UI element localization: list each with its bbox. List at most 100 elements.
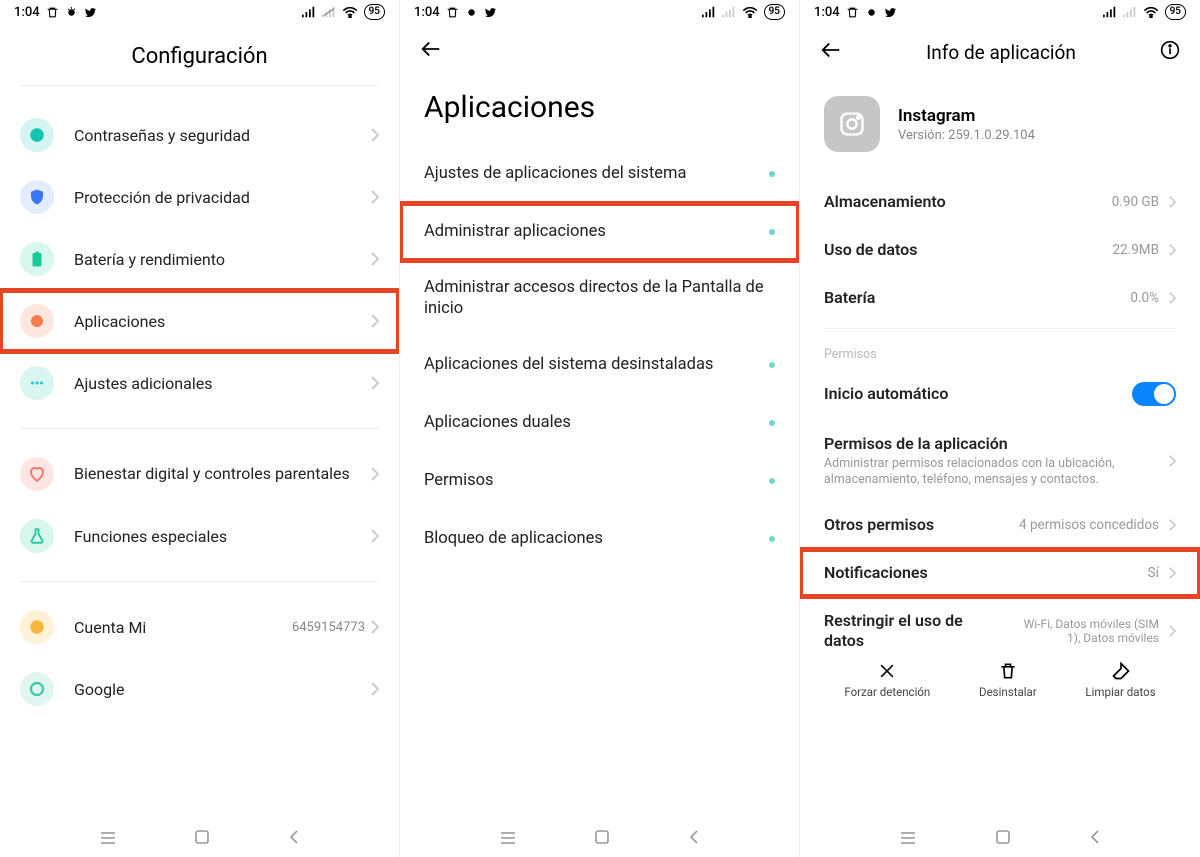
app-name: Instagram <box>898 106 1035 126</box>
row-app-permissions[interactable]: Permisos de la aplicación Administrar pe… <box>800 420 1200 501</box>
heart-icon <box>20 457 54 491</box>
wifi-icon <box>342 6 358 18</box>
back-button[interactable] <box>820 41 842 63</box>
row-battery[interactable]: Batería 0.0% <box>800 274 1200 322</box>
row-dual-apps[interactable]: Aplicaciones duales <box>400 394 799 452</box>
nav-recent-icon[interactable] <box>99 830 117 849</box>
badge-dot <box>769 536 775 542</box>
row-app-lock[interactable]: Bloqueo de aplicaciones <box>400 510 799 568</box>
row-label: Aplicaciones <box>74 312 371 331</box>
row-label: Almacenamiento <box>824 192 1102 212</box>
chevron-right-icon <box>371 128 379 142</box>
row-restrict-data[interactable]: Restringir el uso de datos Wi-Fi, Datos … <box>800 597 1200 655</box>
battery-badge: 95 <box>364 4 385 20</box>
chevron-right-icon <box>1169 625 1176 637</box>
row-mi-account[interactable]: Cuenta Mi 6459154773 <box>0 596 399 658</box>
trash-icon <box>846 6 859 19</box>
nav-home-icon[interactable] <box>995 829 1011 849</box>
autostart-toggle[interactable] <box>1132 382 1176 406</box>
row-notifications[interactable]: Notificaciones Sí <box>800 549 1200 597</box>
signal-nosim-icon <box>322 6 336 18</box>
row-google[interactable]: Google <box>0 658 399 720</box>
status-time: 1:04 <box>14 5 40 20</box>
nav-back-icon[interactable] <box>1089 829 1101 849</box>
row-label: Administrar aplicaciones <box>424 221 749 242</box>
wifi-icon <box>1143 6 1159 18</box>
instagram-icon <box>824 96 880 152</box>
force-stop-button[interactable]: Forzar detención <box>844 661 930 699</box>
row-desc: Administrar permisos relacionados con la… <box>824 456 1159 487</box>
row-value: 6459154773 <box>292 620 365 635</box>
nav-back-icon[interactable] <box>288 829 300 849</box>
row-passwords[interactable]: Contraseñas y seguridad <box>0 104 399 166</box>
row-label: Restringir el uso de datos <box>824 611 999 651</box>
row-autostart[interactable]: Inicio automático <box>800 368 1200 420</box>
bird-icon <box>84 6 97 19</box>
row-permissions[interactable]: Permisos <box>400 452 799 510</box>
row-label: Uso de datos <box>824 240 1102 260</box>
nav-recent-icon[interactable] <box>499 830 517 849</box>
wifi-icon <box>742 6 758 18</box>
row-value: 22.9MB <box>1112 242 1159 258</box>
row-privacy[interactable]: Protección de privacidad <box>0 166 399 228</box>
chevron-right-icon <box>1169 519 1176 531</box>
row-label: Otros permisos <box>824 515 1009 535</box>
screen-app-info: 1:04 95 Info de aplicación Instagram Ver… <box>800 0 1200 857</box>
chevron-right-icon <box>371 376 379 390</box>
uninstall-button[interactable]: Desinstalar <box>979 661 1037 699</box>
bug-icon <box>465 6 478 19</box>
chevron-right-icon <box>1169 567 1176 579</box>
privacy-shield-icon <box>20 180 54 214</box>
battery-badge: 95 <box>1165 4 1186 20</box>
signal-nosim-icon <box>1123 6 1137 18</box>
info-button[interactable] <box>1160 40 1180 64</box>
nav-back-icon[interactable] <box>688 829 700 849</box>
row-manage-apps[interactable]: Administrar aplicaciones <box>400 203 799 261</box>
row-label: Permisos <box>424 470 749 491</box>
row-system-apps[interactable]: Ajustes de aplicaciones del sistema <box>400 145 799 203</box>
google-icon <box>20 672 54 706</box>
clear-data-button[interactable]: Limpiar datos <box>1085 661 1155 699</box>
row-shortcuts[interactable]: Administrar accesos directos de la Panta… <box>400 261 799 336</box>
flask-icon <box>20 519 54 553</box>
row-value: 0.0% <box>1130 290 1159 306</box>
row-label: Bienestar digital y controles parentales <box>74 464 371 484</box>
apps-icon <box>20 304 54 338</box>
row-special[interactable]: Funciones especiales <box>0 505 399 567</box>
signal-icon <box>1103 6 1117 18</box>
battery-badge: 95 <box>764 4 785 20</box>
nav-recent-icon[interactable] <box>899 830 917 849</box>
nav-home-icon[interactable] <box>594 829 610 849</box>
battery-icon <box>20 242 54 276</box>
back-button[interactable] <box>420 40 442 62</box>
row-label: Ajustes adicionales <box>74 374 371 393</box>
row-label: Inicio automático <box>824 384 1122 404</box>
row-label: Funciones especiales <box>74 527 371 546</box>
page-title: Aplicaciones <box>400 72 799 145</box>
mi-logo-icon <box>20 610 54 644</box>
chevron-right-icon <box>371 682 379 696</box>
row-label: Contraseñas y seguridad <box>74 126 371 145</box>
row-uninstalled[interactable]: Aplicaciones del sistema desinstaladas <box>400 336 799 394</box>
chevron-right-icon <box>1169 292 1176 304</box>
chevron-right-icon <box>371 620 379 634</box>
trash-icon <box>46 6 59 19</box>
row-battery[interactable]: Batería y rendimiento <box>0 228 399 290</box>
row-wellbeing[interactable]: Bienestar digital y controles parentales <box>0 443 399 505</box>
row-data-usage[interactable]: Uso de datos 22.9MB <box>800 226 1200 274</box>
nav-home-icon[interactable] <box>194 829 210 849</box>
bug-icon <box>65 6 78 19</box>
row-apps[interactable]: Aplicaciones <box>0 290 399 352</box>
signal-nosim-icon <box>722 6 736 18</box>
screen-apps: 1:04 95 Aplicaciones Ajustes de aplicaci… <box>400 0 800 857</box>
row-value: 0.90 GB <box>1112 194 1159 210</box>
app-version: Versión: 259.1.0.29.104 <box>898 128 1035 143</box>
row-storage[interactable]: Almacenamiento 0.90 GB <box>800 178 1200 226</box>
row-additional[interactable]: Ajustes adicionales <box>0 352 399 414</box>
status-bar: 1:04 95 <box>0 0 399 22</box>
chevron-right-icon <box>371 529 379 543</box>
row-other-permissions[interactable]: Otros permisos 4 permisos concedidos <box>800 501 1200 549</box>
nav-bar <box>400 815 799 857</box>
badge-dot <box>769 229 775 235</box>
badge-dot <box>769 171 775 177</box>
